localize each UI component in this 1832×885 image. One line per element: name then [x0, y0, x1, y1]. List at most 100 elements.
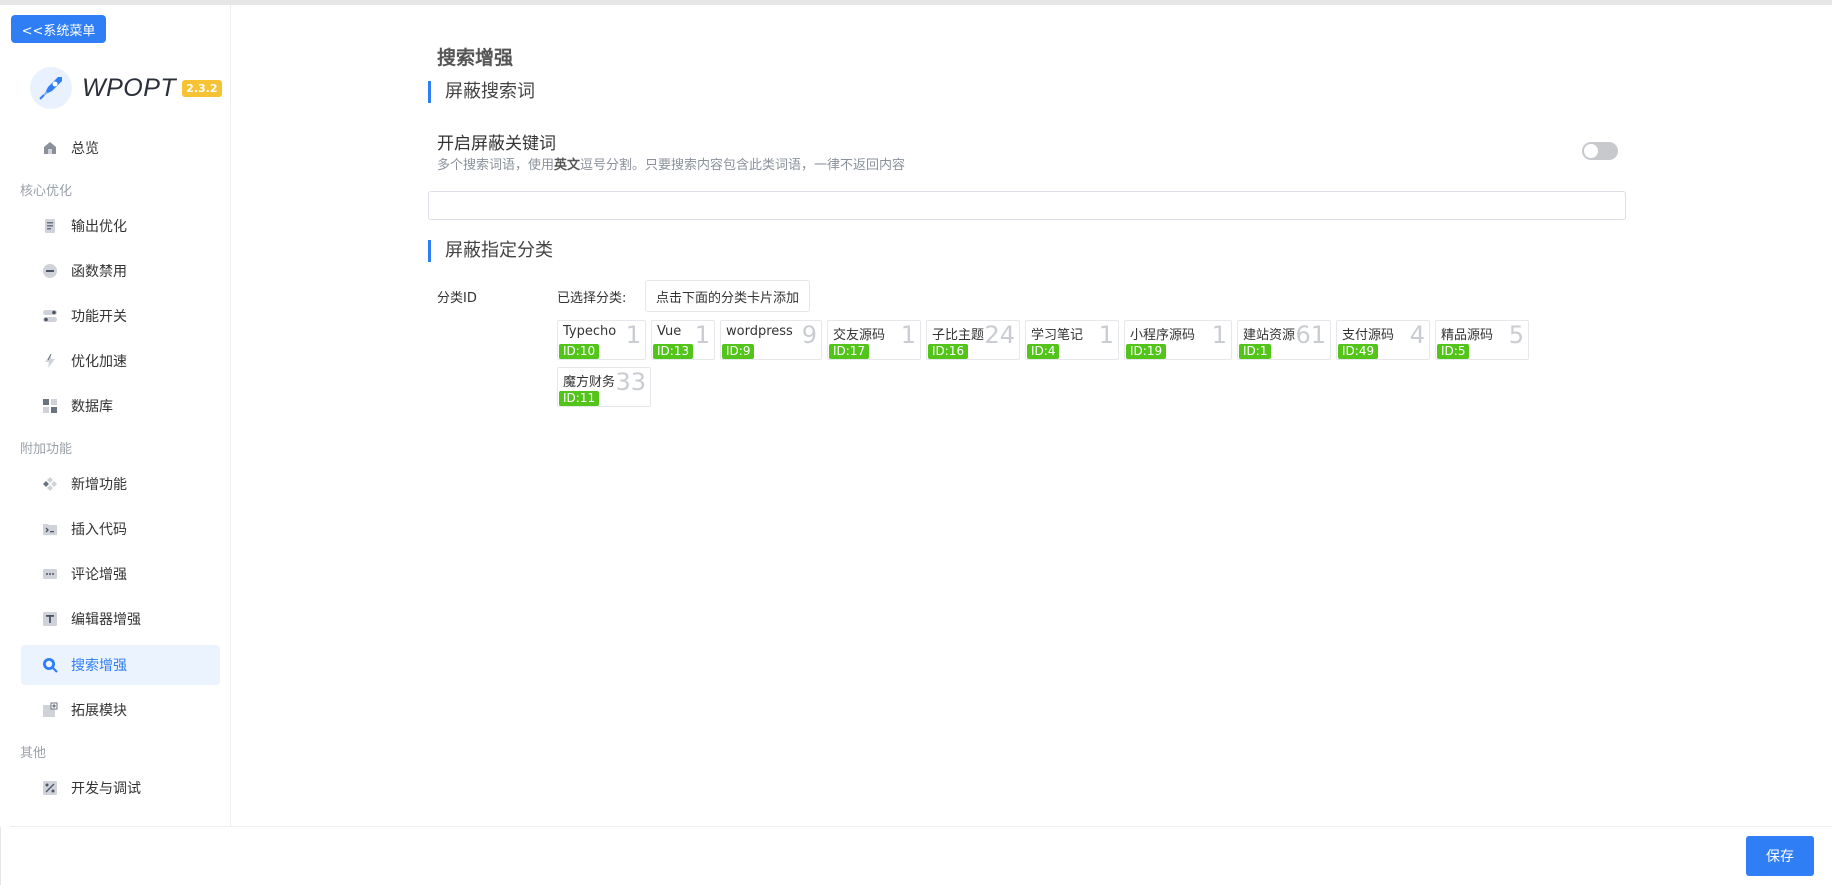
section-title-block-words: 屏蔽搜索词 [428, 81, 535, 103]
toggle-knob [1584, 144, 1598, 158]
category-name: 支付源码 [1342, 328, 1395, 343]
system-menu-button[interactable]: <<系统菜单 [11, 15, 106, 43]
terminal-folder-icon [41, 520, 59, 538]
sidebar-item-disable-functions[interactable]: 函数禁用 [21, 251, 220, 291]
sidebar-item-label: 编辑器增强 [71, 612, 141, 628]
sidebar-item-label: 搜索增强 [71, 658, 127, 674]
block-keywords-toggle[interactable] [1582, 142, 1618, 160]
category-card[interactable]: 交友源码 1 ID:17 [827, 320, 921, 360]
category-id-badge: ID:10 [559, 344, 600, 359]
category-count: 1 [1098, 321, 1114, 349]
category-card[interactable]: 魔方财务 33 ID:11 [557, 367, 651, 407]
lightning-icon [41, 352, 59, 370]
sidebar-item-label: 数据库 [71, 399, 113, 415]
sidebar-item-label: 输出优化 [71, 219, 127, 235]
category-count: 1 [694, 321, 710, 349]
category-card[interactable]: 支付源码 4 ID:49 [1336, 320, 1430, 360]
category-id-badge: ID:13 [653, 344, 694, 359]
field-title: 开启屏蔽关键词 [437, 134, 556, 154]
text-t-icon [41, 610, 59, 628]
sidebar-item-comment[interactable]: 评论增强 [21, 554, 220, 594]
plugin-icon [41, 475, 59, 493]
sidebar-item-editor[interactable]: 编辑器增强 [21, 599, 220, 639]
sidebar-item-output[interactable]: 输出优化 [21, 206, 220, 246]
sidebar-item-label: 插入代码 [71, 522, 127, 538]
category-card[interactable]: Typecho 1 ID:10 [557, 320, 646, 360]
version-badge: 2.3.2 [182, 79, 222, 97]
minus-circle-icon [41, 262, 59, 280]
field-desc-part: 逗号分割。只要搜索内容包含此类词语，一律不返回内容 [580, 158, 906, 173]
category-name: 魔方财务 [563, 375, 616, 390]
category-name: 小程序源码 [1130, 328, 1196, 343]
category-name: Vue [657, 324, 682, 339]
category-card[interactable]: Vue 1 ID:13 [651, 320, 715, 360]
category-card[interactable]: 子比主题 24 ID:16 [926, 320, 1020, 360]
app-logo: WPOPT 2.3.2 [30, 63, 222, 113]
percent-icon [41, 779, 59, 797]
sidebar-item-label: 功能开关 [71, 309, 127, 325]
sidebar-item-speedup[interactable]: 优化加速 [21, 341, 220, 381]
category-id-badge: ID:5 [1437, 344, 1470, 359]
category-card[interactable]: 精品源码 5 ID:5 [1435, 320, 1529, 360]
category-id-badge: ID:1 [1239, 344, 1272, 359]
sidebar-item-label: 函数禁用 [71, 264, 127, 280]
category-card[interactable]: 学习笔记 1 ID:4 [1025, 320, 1119, 360]
category-name: Typecho [563, 324, 617, 339]
category-card[interactable]: 小程序源码 1 ID:19 [1124, 320, 1232, 360]
category-name: 建站资源 [1243, 328, 1296, 343]
category-id-badge: ID:49 [1338, 344, 1379, 359]
add-module-icon [41, 701, 59, 719]
section-title-block-categories: 屏蔽指定分类 [428, 240, 553, 262]
category-name: wordpress [726, 324, 793, 339]
app-name: WPOPT [82, 73, 177, 102]
category-count: 61 [1295, 321, 1326, 349]
sidebar-item-dev-debug[interactable]: 开发与调试 [21, 768, 220, 808]
category-count: 9 [801, 321, 817, 349]
category-id-badge: ID:11 [559, 391, 600, 406]
grid-icon [41, 397, 59, 415]
category-count: 1 [625, 321, 641, 349]
category-count: 1 [900, 321, 916, 349]
category-id-badge: ID:9 [722, 344, 755, 359]
window-top-border [0, 0, 1832, 5]
field-description: 多个搜索词语，使用英文逗号分割。只要搜索内容包含此类词语，一律不返回内容 [437, 154, 905, 173]
home-icon [41, 139, 59, 157]
category-name: 学习笔记 [1031, 328, 1084, 343]
category-count: 24 [984, 321, 1015, 349]
sidebar-item-database[interactable]: 数据库 [21, 386, 220, 426]
selected-categories-placeholder[interactable]: 点击下面的分类卡片添加 [645, 280, 811, 312]
category-card[interactable]: wordpress 9 ID:9 [720, 320, 822, 360]
nav-group-core: 核心优化 [20, 184, 73, 199]
comment-dots-icon [41, 565, 59, 583]
category-card[interactable]: 建站资源 61 ID:1 [1237, 320, 1331, 360]
sidebar-item-overview[interactable]: 总览 [21, 128, 220, 168]
field-desc-part: 多个搜索词语，使用 [437, 158, 555, 173]
category-id-badge: ID:4 [1027, 344, 1060, 359]
category-name: 子比主题 [932, 328, 985, 343]
sidebar-item-feature-switch[interactable]: 功能开关 [21, 296, 220, 336]
sidebar-item-new-features[interactable]: 新增功能 [21, 464, 220, 504]
rocket-logo-icon [30, 67, 72, 109]
category-name: 交友源码 [833, 328, 886, 343]
sidebar-item-label: 拓展模块 [71, 703, 127, 719]
nav-group-addons: 附加功能 [20, 442, 73, 457]
footer-divider [10, 826, 1832, 827]
field-desc-bold: 英文 [554, 158, 581, 173]
sidebar-item-label: 评论增强 [71, 567, 127, 583]
sidebar-item-extensions[interactable]: 拓展模块 [21, 690, 220, 730]
category-id-badge: ID:16 [928, 344, 969, 359]
sidebar-item-insert-code[interactable]: 插入代码 [21, 509, 220, 549]
category-id-label: 分类ID [437, 291, 477, 306]
sidebar-item-label: 开发与调试 [71, 781, 141, 797]
nav-group-other: 其他 [20, 746, 47, 761]
keywords-input[interactable] [428, 191, 1626, 220]
sidebar-item-label: 新增功能 [71, 477, 127, 493]
sidebar-item-label: 优化加速 [71, 354, 127, 370]
sidebar-item-search[interactable]: 搜索增强 [21, 645, 220, 685]
sidebar-item-label: 总览 [71, 141, 99, 157]
category-count: 5 [1508, 321, 1524, 349]
sidebar: <<系统菜单 WPOPT 2.3.2 总览 核心优化 输出优化 函数禁用 功能开… [0, 5, 231, 827]
file-icon [41, 217, 59, 235]
save-button[interactable]: 保存 [1746, 836, 1814, 876]
category-id-badge: ID:19 [1126, 344, 1167, 359]
